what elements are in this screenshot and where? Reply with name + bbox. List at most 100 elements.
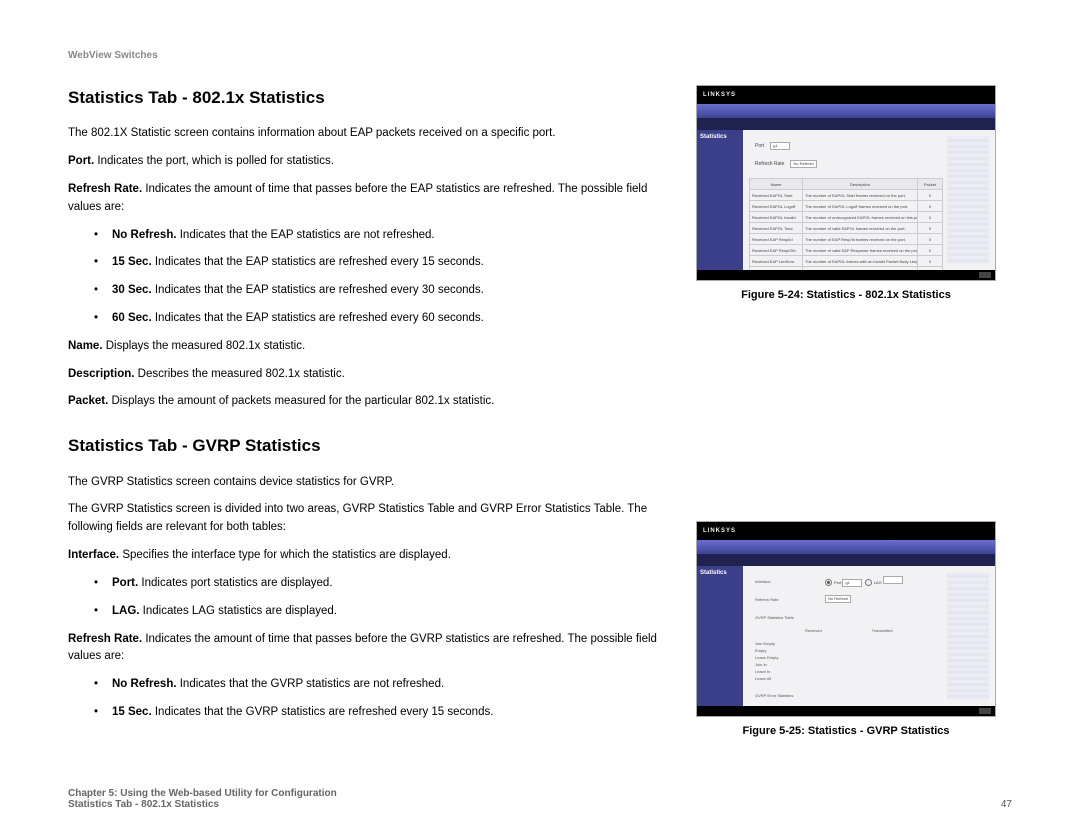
radio-lag-label: LAG (874, 580, 882, 585)
stat-row: Empty (755, 648, 937, 653)
field-port: Port. Indicates the port, which is polle… (68, 153, 668, 171)
page-number: 47 (1001, 799, 1012, 810)
bullet-text: Indicates that the GVRP statistics are r… (152, 706, 494, 718)
cell: 0 (918, 234, 943, 245)
bullet-lead: Port. (112, 577, 138, 589)
field-refresh-text: Indicates the amount of time that passes… (68, 183, 647, 213)
section-heading-gvrp: Statistics Tab - GVRP Statistics (68, 433, 668, 459)
table-row: Received EAPOL TotalThe number of valid … (750, 223, 943, 234)
stat-row: Join Empty (755, 641, 937, 646)
footer-chapter: Chapter 5: Using the Web-based Utility f… (68, 788, 337, 799)
table-row: Received EAPOL InvalidThe number of unre… (750, 212, 943, 223)
field-name: Name. Displays the measured 802.1x stati… (68, 338, 668, 356)
radio-lag-icon (865, 579, 872, 586)
bullet-lead: No Refresh. (112, 229, 177, 241)
port-dropdown: g1 (842, 579, 862, 587)
field-interface-lead: Interface. (68, 549, 119, 561)
spacer (696, 341, 996, 481)
th-name: Name (750, 179, 803, 190)
radio-port-icon (825, 579, 832, 586)
field-interface: Interface. Specifies the interface type … (68, 547, 668, 565)
list-item: No Refresh. Indicates that the GVRP stat… (94, 676, 668, 694)
radio-port-label: Port (834, 580, 841, 585)
field-name-text: Displays the measured 802.1x statistic. (103, 340, 306, 352)
section-heading-8021x: Statistics Tab - 802.1x Statistics (68, 85, 668, 111)
cell: The number of EAP Resp/Id frames receive… (803, 234, 918, 245)
cell: 0 (918, 245, 943, 256)
cell: The number of unrecognized EAPOL frames … (803, 212, 918, 223)
list-item: 60 Sec. Indicates that the EAP statistic… (94, 310, 668, 328)
table-row: Received EAP Resp/IdThe number of EAP Re… (750, 234, 943, 245)
stats-group-1: Join Empty Empty Leave Empty Join In Lea… (755, 641, 937, 681)
refresh-options-gvrp-list: No Refresh. Indicates that the GVRP stat… (68, 676, 668, 722)
bullet-lead: LAG. (112, 605, 139, 617)
figure-caption-5-24: Figure 5-24: Statistics - 802.1x Statist… (696, 289, 996, 301)
cell: 0 (918, 223, 943, 234)
field-interface-text: Specifies the interface type for which t… (119, 549, 451, 561)
side-tab-statistics: Statistics (697, 566, 743, 706)
controls-row-2: Refresh Rate No Refresh (749, 160, 943, 178)
bullet-text: Indicates LAG statistics are displayed. (139, 605, 337, 617)
cell: Received EAPOL Invalid (750, 212, 803, 223)
bullet-lead: 15 Sec. (112, 256, 152, 268)
figure-5-25: LINKSYS Statistics Interface Port g1 LAG (696, 521, 996, 737)
body-text-column: Statistics Tab - 802.1x Statistics The 8… (68, 85, 668, 737)
brand-bar: LINKSYS (697, 86, 995, 104)
cell: The number of valid EAPOL frames receive… (803, 223, 918, 234)
group1-heading: GVRP Statistics Table (755, 615, 937, 620)
bullet-text: Indicates that the EAP statistics are re… (152, 312, 484, 324)
cell: Received EAP Resp/Id (750, 234, 803, 245)
cell: Received EAPOL Logoff (750, 201, 803, 212)
cisco-logo-icon (979, 272, 991, 278)
cell: 0 (918, 201, 943, 212)
bullet-lead: 30 Sec. (112, 284, 152, 296)
field-desc-lead: Description. (68, 368, 134, 380)
field-packet-lead: Packet. (68, 395, 108, 407)
col-transmitted: Transmitted (872, 628, 893, 633)
bullet-text: Indicates port statistics are displayed. (138, 577, 332, 589)
table-row: Received EAP LenErrorThe number of EAPOL… (750, 256, 943, 267)
refresh-dropdown: No Refresh (790, 160, 816, 168)
cell: The number of EAPOL Start frames receive… (803, 190, 918, 201)
list-item: 15 Sec. Indicates that the GVRP statisti… (94, 704, 668, 722)
stats-table: Name Description Packet Received EAPOL S… (749, 178, 943, 281)
cell: Received EAPOL Total (750, 223, 803, 234)
intro-8021x: The 802.1X Statistic screen contains inf… (68, 125, 668, 143)
figure-caption-5-25: Figure 5-25: Statistics - GVRP Statistic… (696, 725, 996, 737)
cell: Received EAP Resp/Oth (750, 245, 803, 256)
running-header: WebView Switches (68, 50, 1012, 61)
brand-bar: LINKSYS (697, 522, 995, 540)
th-desc: Description (803, 179, 918, 190)
list-item: No Refresh. Indicates that the EAP stati… (94, 227, 668, 245)
help-sidebar (947, 136, 989, 264)
interface-options-list: Port. Indicates port statistics are disp… (68, 575, 668, 621)
bullet-text: Indicates that the EAP statistics are no… (177, 229, 435, 241)
screenshot-8021x: LINKSYS Statistics Port g1 (696, 85, 996, 281)
nav-bar (697, 118, 995, 130)
refresh-dropdown: No Refresh (825, 595, 851, 603)
intro-gvrp-1: The GVRP Statistics screen contains devi… (68, 474, 668, 492)
th-packet: Packet (918, 179, 943, 190)
field-port-text: Indicates the port, which is polled for … (94, 155, 334, 167)
bottom-bar (697, 706, 995, 716)
table-row: Received EAP Resp/OthThe number of valid… (750, 245, 943, 256)
footer-subtitle: Statistics Tab - 802.1x Statistics (68, 799, 337, 810)
refresh-row: Refresh Rate No Refresh (755, 595, 937, 603)
port-label: Port (755, 143, 764, 149)
field-desc-text: Describes the measured 802.1x statistic. (134, 368, 344, 380)
bullet-text: Indicates that the GVRP statistics are n… (177, 678, 445, 690)
lag-dropdown (883, 576, 903, 584)
nav-bar (697, 554, 995, 566)
list-item: 15 Sec. Indicates that the EAP statistic… (94, 254, 668, 272)
bottom-bar (697, 270, 995, 280)
intro-gvrp-2: The GVRP Statistics screen is divided in… (68, 501, 668, 537)
figure-5-24: LINKSYS Statistics Port g1 (696, 85, 996, 301)
stat-row: Join In (755, 662, 937, 667)
field-refresh-rate: Refresh Rate. Indicates the amount of ti… (68, 181, 668, 217)
stat-row: Leave In (755, 669, 937, 674)
cell: The number of EAPOL frames with an inval… (803, 256, 918, 267)
page-footer: Chapter 5: Using the Web-based Utility f… (68, 788, 1012, 810)
controls-row: Port g1 (749, 136, 943, 160)
title-bar (697, 104, 995, 118)
field-name-lead: Name. (68, 340, 103, 352)
